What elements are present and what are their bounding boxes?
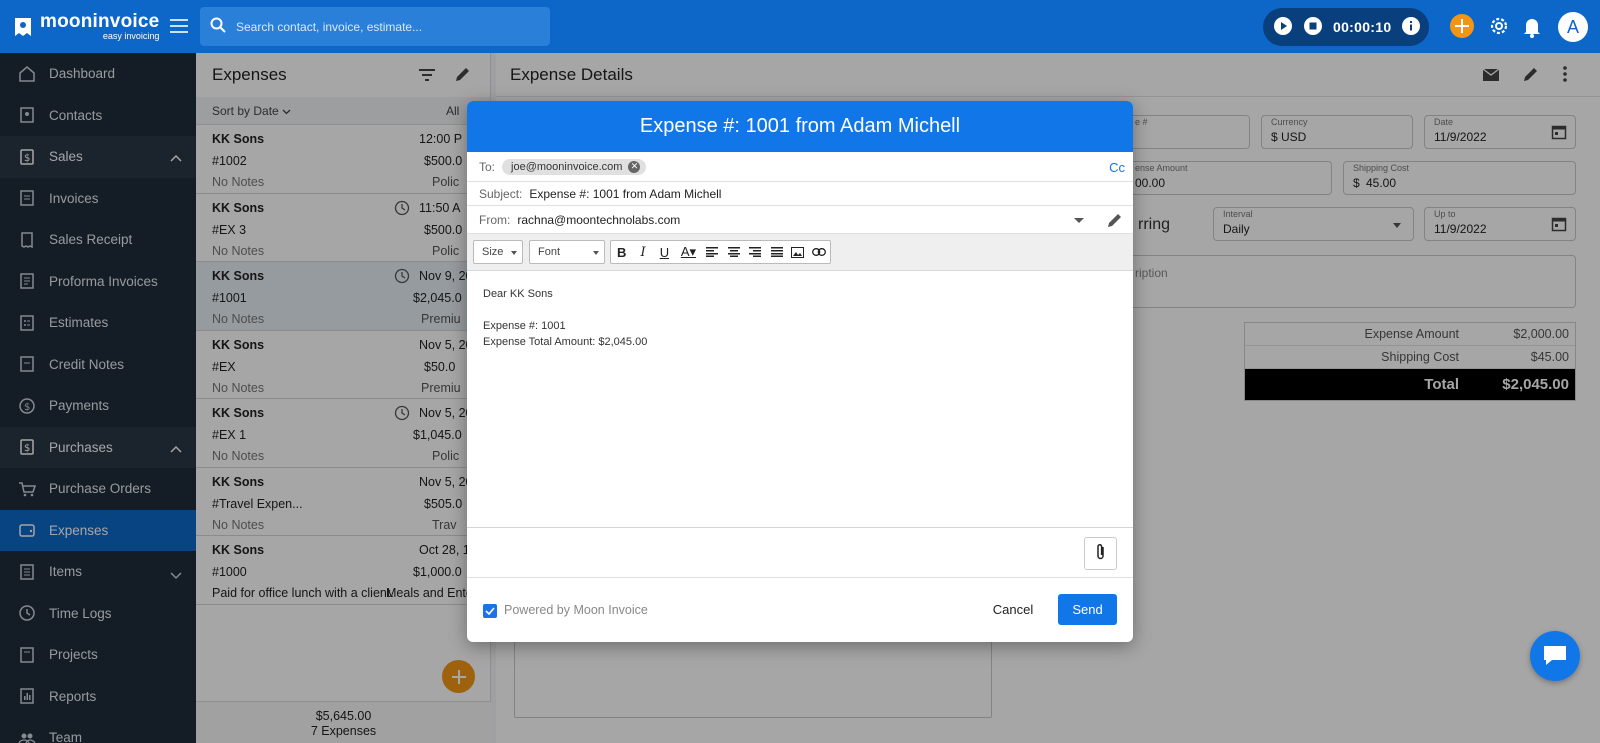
from-label: From: <box>479 212 511 227</box>
search-bar <box>200 7 550 46</box>
powered-by-label: Powered by Moon Invoice <box>504 603 648 617</box>
align-center-icon[interactable] <box>723 241 744 263</box>
app-tagline: easy invoicing <box>102 31 160 41</box>
text-color-icon[interactable]: A▾ <box>675 241 702 263</box>
bold-icon[interactable]: B <box>611 241 632 263</box>
logo-icon <box>12 16 34 38</box>
from-row: From: rachna@moontechnolabs.com <box>467 206 1133 234</box>
remove-recipient-icon[interactable]: ✕ <box>628 160 641 173</box>
align-left-icon[interactable] <box>702 241 723 263</box>
cc-link[interactable]: Cc <box>1109 160 1125 175</box>
to-label: To: <box>479 159 496 174</box>
search-icon <box>210 17 226 36</box>
menu-icon[interactable] <box>168 16 190 36</box>
add-icon[interactable] <box>1449 13 1474 38</box>
align-right-icon[interactable] <box>745 241 766 263</box>
dialog-title: Expense #: 1001 from Adam Michell <box>467 101 1133 152</box>
top-bar: mooninvoice easy invoicing 00:00:10 A <box>0 0 1600 53</box>
info-icon[interactable] <box>1401 16 1421 39</box>
recipient-chip[interactable]: joe@mooninvoice.com ✕ <box>502 158 647 175</box>
edit-icon[interactable] <box>1106 211 1124 232</box>
font-family-select[interactable]: Font <box>529 240 605 264</box>
editor-toolbar: Size Font B I U A▾ <box>467 234 1133 271</box>
search-input[interactable] <box>236 19 526 34</box>
body-line: Expense Total Amount: $2,045.00 <box>483 336 648 348</box>
body-line: Expense #: 1001 <box>483 320 566 332</box>
from-select[interactable]: rachna@moontechnolabs.com <box>517 213 680 227</box>
chat-support-button[interactable] <box>1530 631 1580 681</box>
send-email-dialog: Expense #: 1001 from Adam Michell To: jo… <box>467 101 1133 642</box>
subject-label: Subject: <box>479 186 523 201</box>
italic-icon[interactable]: I <box>632 241 653 263</box>
body-line: Dear KK Sons <box>483 288 553 300</box>
font-family-label: Font <box>538 246 561 258</box>
to-row: To: joe@mooninvoice.com ✕ Cc <box>467 152 1133 182</box>
attachments-row <box>467 527 1133 578</box>
body-line <box>483 302 647 318</box>
user-avatar[interactable]: A <box>1558 12 1588 42</box>
time-tracker: 00:00:10 <box>1263 8 1429 46</box>
stop-icon[interactable] <box>1303 16 1323 39</box>
settings-icon[interactable] <box>1488 15 1512 39</box>
play-icon[interactable] <box>1273 16 1293 39</box>
timer-display: 00:00:10 <box>1333 19 1392 35</box>
subject-row: Subject: Expense #: 1001 from Adam Miche… <box>467 182 1133 206</box>
cancel-button[interactable]: Cancel <box>991 594 1035 624</box>
recipient-email: joe@mooninvoice.com <box>511 160 623 173</box>
powered-by-checkbox[interactable] <box>483 604 497 618</box>
email-body-editor[interactable]: Dear KK Sons Expense #: 1001 Expense Tot… <box>483 286 647 350</box>
chat-icon <box>1542 644 1568 669</box>
paperclip-icon <box>1095 543 1107 564</box>
app-name: mooninvoice <box>40 11 160 32</box>
insert-image-icon[interactable] <box>787 241 808 263</box>
insert-link-icon[interactable] <box>809 241 830 263</box>
font-size-select[interactable]: Size <box>473 240 523 264</box>
subject-input[interactable]: Expense #: 1001 from Adam Michell <box>529 187 721 201</box>
underline-icon[interactable]: U <box>654 241 675 263</box>
notification-bell-icon[interactable] <box>1522 16 1546 40</box>
align-justify-icon[interactable] <box>766 241 787 263</box>
dropdown-arrow-icon[interactable] <box>1074 218 1084 223</box>
attach-file-button[interactable] <box>1084 537 1117 570</box>
send-button[interactable]: Send <box>1058 594 1117 625</box>
app-logo[interactable]: mooninvoice easy invoicing <box>0 0 196 53</box>
font-size-label: Size <box>482 246 504 258</box>
